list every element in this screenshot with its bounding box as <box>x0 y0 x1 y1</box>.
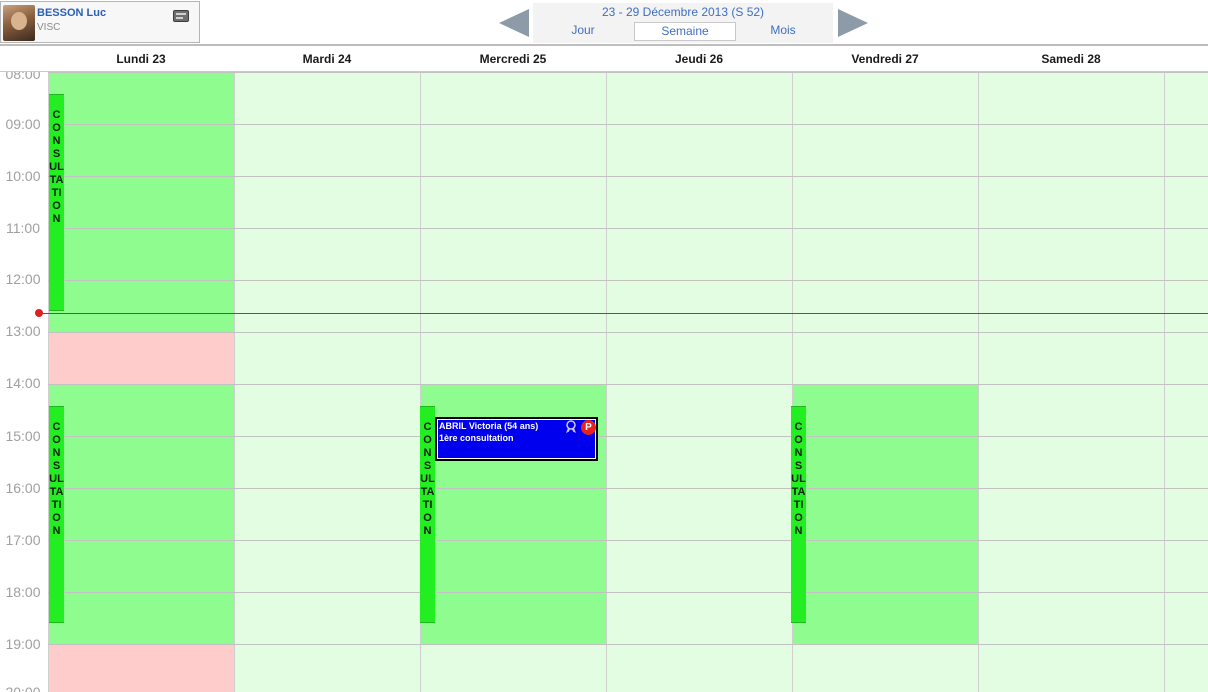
consultation-block[interactable]: CONSULTATION <box>420 406 435 623</box>
day-column[interactable] <box>606 72 792 692</box>
time-label: 09:00 <box>5 116 41 132</box>
week-range-title: 23 - 29 Décembre 2013 (S 52) <box>601 5 765 19</box>
next-week-arrow-icon[interactable] <box>836 6 870 40</box>
tab-day-view[interactable]: Jour <box>553 22 613 41</box>
hour-line <box>48 332 1208 333</box>
hour-line <box>48 592 1208 593</box>
time-label: 17:00 <box>5 532 41 548</box>
day-column[interactable] <box>792 72 978 692</box>
hour-line <box>48 72 1208 73</box>
day-header[interactable]: Mardi 24 <box>234 52 420 66</box>
hour-line <box>48 436 1208 437</box>
day-column[interactable] <box>234 72 420 692</box>
doctor-avatar <box>3 5 35 41</box>
day-column[interactable] <box>978 72 1164 692</box>
vitale-card-icon[interactable] <box>173 10 189 22</box>
consultation-block[interactable]: CONSULTATION <box>49 94 64 311</box>
day-column[interactable] <box>48 72 234 692</box>
time-label: 11:00 <box>6 220 40 236</box>
day-header[interactable]: Vendredi 27 <box>792 52 978 66</box>
appointment-card[interactable]: ABRIL Victoria (54 ans) 1ère consultatio… <box>435 417 598 461</box>
doctor-profile[interactable]: BESSON Luc VISC <box>0 1 200 43</box>
top-bar: BESSON Luc VISC 23 - 29 Décembre 2013 (S… <box>0 0 1208 44</box>
current-time-dot <box>35 309 43 317</box>
ribbon-icon <box>565 420 577 434</box>
priority-badge-icon[interactable]: P <box>581 420 596 435</box>
day-header[interactable]: Lundi 23 <box>48 52 234 66</box>
tab-week-view[interactable]: Semaine <box>634 22 736 41</box>
unavailable-slot <box>49 644 234 692</box>
day-header[interactable]: Samedi 28 <box>978 52 1164 66</box>
consultation-label: CONSULTATION <box>791 421 806 537</box>
week-calendar-grid[interactable]: 08:00 09:00 10:00 11:00 12:00 13:00 14:0… <box>0 72 1208 692</box>
day-column[interactable] <box>1164 72 1208 692</box>
time-label: 13:00 <box>5 323 41 339</box>
time-label: 15:00 <box>5 428 41 444</box>
appointment-type: 1ère consultation <box>439 433 514 443</box>
unavailable-slot <box>49 332 234 384</box>
day-header-row: Lundi 23 Mardi 24 Mercredi 25 Jeudi 26 V… <box>0 46 1208 72</box>
time-label: 12:00 <box>5 271 41 287</box>
time-label: 18:00 <box>5 584 41 600</box>
hour-line <box>48 384 1208 385</box>
day-header[interactable]: Jeudi 26 <box>606 52 792 66</box>
week-navigator: 23 - 29 Décembre 2013 (S 52) Jour Semain… <box>533 3 833 43</box>
time-label: 14:00 <box>5 375 41 391</box>
time-label: 08:00 <box>5 72 41 82</box>
hour-line <box>48 488 1208 489</box>
previous-week-arrow-icon[interactable] <box>497 6 531 40</box>
available-slot[interactable] <box>49 72 234 332</box>
available-slot[interactable] <box>49 384 234 644</box>
hour-line <box>48 176 1208 177</box>
day-column[interactable] <box>420 72 606 692</box>
consultation-label: CONSULTATION <box>49 109 64 225</box>
current-time-line <box>38 313 1208 314</box>
time-label: 20:00 <box>5 684 41 692</box>
time-label: 16:00 <box>5 480 41 496</box>
hour-line <box>48 540 1208 541</box>
appointment-patient: ABRIL Victoria (54 ans) <box>439 421 539 431</box>
hour-line <box>48 228 1208 229</box>
doctor-name: BESSON Luc <box>37 7 107 19</box>
tab-month-view[interactable]: Mois <box>753 22 813 41</box>
consultation-block[interactable]: CONSULTATION <box>49 406 64 623</box>
hour-line <box>48 124 1208 125</box>
hour-line <box>48 644 1208 645</box>
day-header[interactable]: Mercredi 25 <box>420 52 606 66</box>
hour-line <box>48 280 1208 281</box>
available-slot[interactable] <box>793 384 978 644</box>
doctor-specialty: VISC <box>37 22 61 33</box>
consultation-label: CONSULTATION <box>420 421 435 537</box>
time-label: 10:00 <box>5 168 41 184</box>
consultation-label: CONSULTATION <box>49 421 64 537</box>
consultation-block[interactable]: CONSULTATION <box>791 406 806 623</box>
time-label: 19:00 <box>5 636 41 652</box>
